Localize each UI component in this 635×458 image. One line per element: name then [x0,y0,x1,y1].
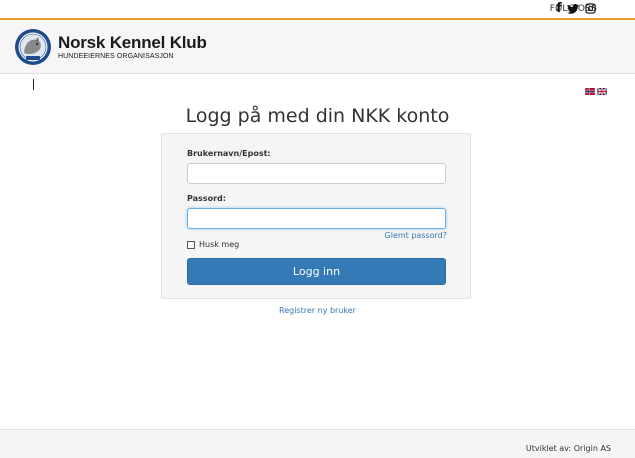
text-cursor [33,79,34,90]
brand-tagline: HUNDEEIERNES ORGANISASJON [58,53,174,60]
login-form: Brukernavn/Epost: Passord: Glemt passord… [161,133,471,299]
uk-flag-icon[interactable] [597,88,607,95]
language-selector [585,88,607,95]
password-label: Passord: [187,194,226,203]
register-link[interactable]: Registrer ny bruker [0,306,635,315]
remember-me-checkbox[interactable] [187,240,195,249]
username-label: Brukernavn/Epost: [187,149,271,158]
twitter-icon[interactable] [567,2,579,15]
developer-credit: Utviklet av: Origin AS [525,444,611,453]
remember-me-label[interactable]: Husk meg [199,240,239,249]
password-input[interactable] [187,208,446,229]
page-title: Logg på med din NKK konto [185,105,450,127]
norwegian-flag-icon[interactable] [585,88,595,95]
login-button[interactable]: Logg inn [187,258,446,285]
username-input[interactable] [187,163,446,184]
forgot-password-link[interactable]: Glemt passord? [385,231,448,240]
site-header: Norsk Kennel Klub HUNDEEIERNES ORGANISAS… [0,20,635,74]
top-bar: FØLG OSS f [0,0,635,18]
remember-me-row[interactable]: Husk meg [187,240,239,249]
facebook-icon[interactable]: f [555,2,563,15]
brand-name[interactable]: Norsk Kennel Klub [58,33,207,53]
instagram-icon[interactable] [584,2,596,15]
nkk-logo-icon[interactable] [14,28,52,66]
site-footer: Utviklet av: Origin AS [0,429,635,458]
